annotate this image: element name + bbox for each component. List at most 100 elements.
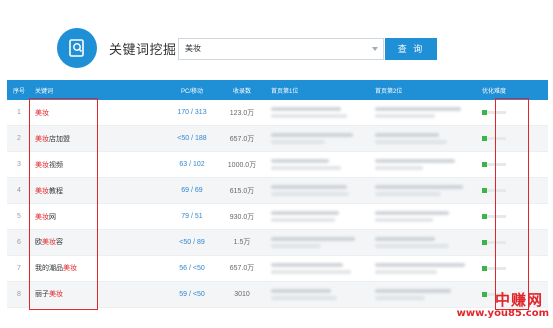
- row-first-result[interactable]: [267, 281, 371, 307]
- col-count: 收录数: [232, 88, 251, 95]
- page-title: 关键词挖掘: [109, 42, 177, 57]
- row-first-result[interactable]: [267, 229, 371, 255]
- row-keyword[interactable]: 丽子美妆: [31, 281, 167, 307]
- row-count: 930.0万: [229, 213, 255, 221]
- keyword-part: 美妆: [35, 213, 49, 221]
- difficulty-bar: [482, 239, 506, 245]
- row-index: 8: [17, 290, 21, 298]
- row-keyword[interactable]: 美妆网: [31, 204, 167, 230]
- row-count: 657.0万: [229, 135, 255, 143]
- row-pc-mobile: <50 / 89: [179, 238, 205, 246]
- row-keyword[interactable]: 美妆店加盟: [31, 126, 167, 152]
- row-first-result[interactable]: [267, 204, 371, 230]
- blurred-line: [375, 159, 455, 164]
- blurred-result: [375, 262, 478, 274]
- keyword-part: 美妆: [35, 135, 49, 143]
- blurred-line: [375, 236, 435, 241]
- row-keyword[interactable]: 欧美妆容: [31, 229, 167, 255]
- row-keyword[interactable]: 美妆: [31, 100, 167, 126]
- col-pc-mobile: PC/移动: [180, 88, 203, 95]
- blurred-line: [271, 236, 355, 241]
- blurred-line: [271, 185, 347, 190]
- table-row[interactable]: 8 丽子美妆 59 / <50 3010: [7, 281, 548, 308]
- col-keyword: 关键词: [35, 88, 54, 95]
- keyword-part: 容: [56, 239, 63, 247]
- row-index: 1: [17, 109, 21, 117]
- row-second-result[interactable]: [371, 255, 478, 281]
- col-index: 序号: [12, 88, 25, 95]
- difficulty-bar: [482, 214, 506, 219]
- row-count: 3010: [234, 290, 250, 298]
- row-second-result[interactable]: [371, 204, 478, 230]
- blurred-line: [271, 218, 335, 222]
- table-row[interactable]: 4 美妆教程 69 / 69 615.0万: [7, 177, 548, 204]
- blurred-line: [375, 107, 461, 112]
- row-difficulty: [478, 152, 548, 178]
- row-second-result[interactable]: [371, 281, 478, 307]
- blurred-line: [375, 288, 451, 293]
- blurred-result: [375, 288, 478, 300]
- row-second-result[interactable]: [371, 152, 478, 178]
- table-row[interactable]: 1 美妆 170 / 313 123.0万: [7, 100, 548, 126]
- row-index: 3: [17, 161, 21, 169]
- blurred-result: [271, 288, 371, 300]
- logo: [57, 28, 97, 68]
- row-second-result[interactable]: [371, 178, 478, 204]
- row-first-result[interactable]: [267, 152, 371, 178]
- row-first-result[interactable]: [267, 126, 371, 152]
- blurred-result: [271, 236, 371, 248]
- difficulty-fill: [482, 136, 487, 142]
- difficulty-meter: [482, 162, 548, 168]
- blurred-line: [271, 262, 343, 267]
- col-difficulty: 优化难度: [482, 88, 507, 95]
- row-keyword[interactable]: 我的潮品美妆: [31, 255, 167, 281]
- table-row[interactable]: 6 欧美妆容 <50 / 89 1.5万: [7, 229, 548, 256]
- row-difficulty: [478, 229, 548, 255]
- row-pc-mobile: 69 / 69: [181, 187, 203, 195]
- keyword-part: 教程: [49, 187, 63, 195]
- difficulty-fill: [482, 188, 487, 194]
- blurred-line: [271, 243, 321, 248]
- row-index: 6: [17, 238, 21, 246]
- keyword-table: 序号 关键词 PC/移动 收录数 首页第1位 首页第2位 优化难度 1 美妆 170…: [7, 80, 548, 308]
- keyword-part: 美妆: [49, 291, 63, 299]
- row-first-result[interactable]: [267, 100, 371, 126]
- difficulty-meter: [482, 188, 548, 194]
- keyword-part: 美妆: [42, 239, 56, 247]
- row-second-result[interactable]: [371, 229, 478, 255]
- table-row[interactable]: 2 美妆店加盟 <50 / 188 657.0万: [7, 125, 548, 152]
- blurred-line: [375, 218, 433, 222]
- blurred-result: [375, 107, 478, 119]
- blurred-line: [271, 107, 341, 112]
- row-second-result[interactable]: [371, 126, 478, 152]
- blurred-line: [375, 192, 441, 197]
- search-input[interactable]: 美妆: [178, 38, 384, 60]
- table-row[interactable]: 3 美妆视频 63 / 102 1000.0万: [7, 151, 548, 178]
- keyword-part: 网: [49, 213, 56, 221]
- blurred-result: [271, 133, 371, 145]
- row-second-result[interactable]: [371, 100, 478, 126]
- keyword-part: 丽子: [35, 291, 49, 299]
- row-difficulty: [478, 100, 548, 126]
- watermark-cn: 中赚网: [494, 292, 543, 309]
- row-first-result[interactable]: [267, 255, 371, 281]
- row-first-result[interactable]: [267, 178, 371, 204]
- keyword-part: 欧: [35, 239, 42, 247]
- chevron-down-icon[interactable]: [372, 47, 378, 51]
- row-keyword[interactable]: 美妆视频: [31, 152, 167, 178]
- search-button[interactable]: 查 询: [385, 38, 437, 60]
- keyword-part: 我的潮品: [35, 265, 63, 273]
- blurred-result: [375, 236, 478, 248]
- row-index: 5: [17, 213, 21, 220]
- table-row[interactable]: 7 我的潮品美妆 56 / <50 657.0万: [7, 255, 548, 282]
- table-row[interactable]: 5 美妆网 79 / 51 930.0万: [7, 203, 548, 230]
- row-difficulty: [478, 204, 548, 230]
- row-pc-mobile: 79 / 51: [181, 213, 203, 220]
- row-index: 2: [17, 135, 21, 143]
- blurred-line: [271, 159, 329, 164]
- blurred-line: [375, 262, 465, 267]
- difficulty-meter: [482, 265, 548, 271]
- difficulty-bar: [482, 110, 506, 116]
- row-keyword[interactable]: 美妆教程: [31, 178, 167, 204]
- difficulty-fill: [482, 239, 487, 245]
